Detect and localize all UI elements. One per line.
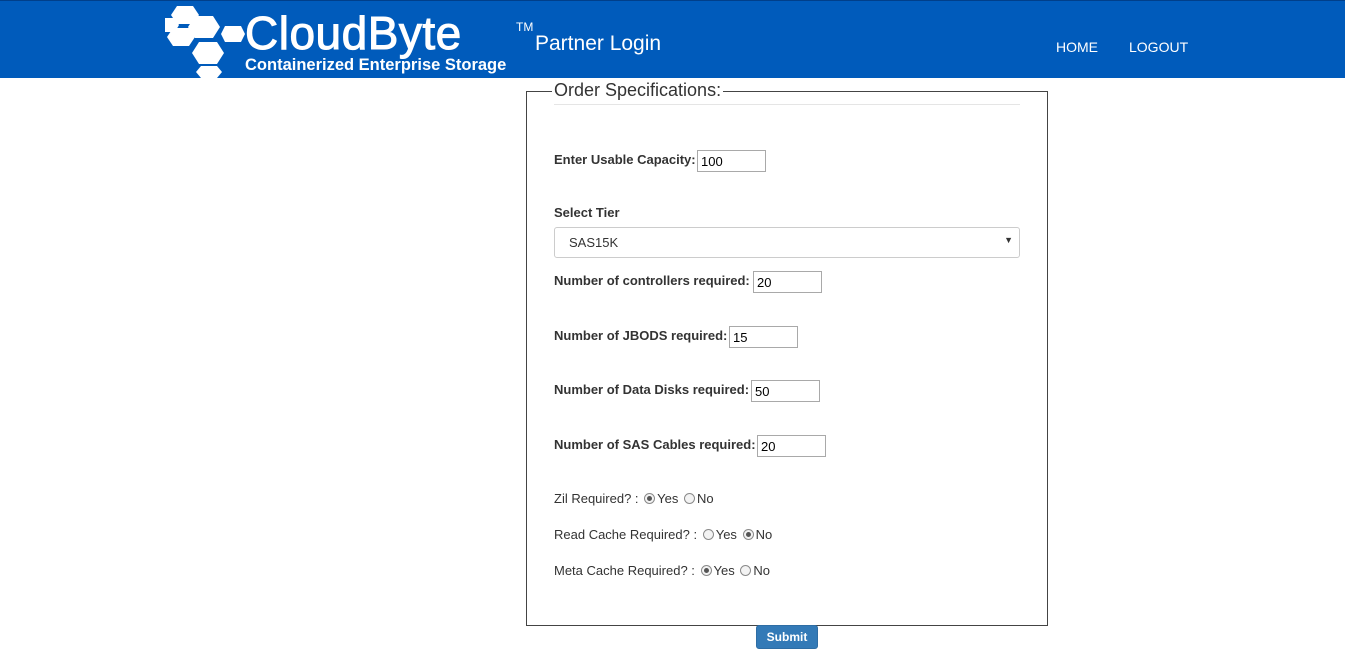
zil-no-radio[interactable] xyxy=(684,493,696,504)
nav-home-link[interactable]: HOME xyxy=(1056,39,1098,55)
cloudbyte-logo[interactable]: CloudByte TM Containerized Enterprise St… xyxy=(165,4,535,78)
meta-cache-yes-label: Yes xyxy=(713,563,735,578)
meta-cache-no-label: No xyxy=(753,563,771,578)
trademark-symbol: TM xyxy=(516,20,534,34)
read-cache-no-radio[interactable] xyxy=(742,529,754,540)
jbods-label: Number of JBODS required: xyxy=(554,328,728,343)
meta-cache-label: Meta Cache Required? : xyxy=(554,563,695,578)
tier-select[interactable]: SAS15K ▼ xyxy=(554,227,1020,258)
fieldset-legend: Order Specifications: xyxy=(552,80,724,101)
data-disks-input[interactable] xyxy=(751,380,820,402)
sas-cables-row: Number of SAS Cables required: xyxy=(554,437,756,452)
controllers-input[interactable] xyxy=(753,271,822,293)
submit-button[interactable]: Submit xyxy=(756,625,818,649)
legend-divider xyxy=(554,104,1020,105)
jbods-input[interactable] xyxy=(729,326,798,348)
hexagon-logo-icon xyxy=(165,6,245,78)
select-tier-label: Select Tier xyxy=(554,205,620,220)
read-cache-yes-label: Yes xyxy=(715,527,737,542)
usable-capacity-input[interactable] xyxy=(697,150,766,172)
meta-cache-yes-radio[interactable] xyxy=(700,565,712,576)
tier-selected-value: SAS15K xyxy=(569,235,619,250)
chevron-down-icon: ▼ xyxy=(1004,235,1013,245)
read-cache-no-label: No xyxy=(755,527,773,542)
meta-cache-row: Meta Cache Required? : Yes No xyxy=(554,563,770,578)
read-cache-row: Read Cache Required? : Yes No xyxy=(554,527,772,542)
zil-yes-radio[interactable] xyxy=(644,493,656,504)
sas-cables-label: Number of SAS Cables required: xyxy=(554,437,756,452)
nav-logout-link[interactable]: LOGOUT xyxy=(1129,39,1188,55)
zil-yes-label: Yes xyxy=(657,491,679,506)
read-cache-label: Read Cache Required? : xyxy=(554,527,698,542)
meta-cache-no-radio[interactable] xyxy=(740,565,752,576)
read-cache-yes-radio[interactable] xyxy=(702,529,714,540)
zil-label: Zil Required? : xyxy=(554,491,639,506)
sas-cables-input[interactable] xyxy=(757,435,826,457)
usable-capacity-label: Enter Usable Capacity: xyxy=(554,152,696,167)
controllers-label: Number of controllers required: xyxy=(554,273,750,288)
brand-name: CloudByte xyxy=(245,7,462,59)
zil-no-label: No xyxy=(697,491,714,506)
order-specifications-fieldset xyxy=(526,91,1048,626)
top-navbar: CloudByte TM Containerized Enterprise St… xyxy=(0,0,1345,78)
controllers-row: Number of controllers required: xyxy=(554,273,750,288)
zil-row: Zil Required? : Yes No xyxy=(554,491,714,506)
data-disks-label: Number of Data Disks required: xyxy=(554,382,750,397)
data-disks-row: Number of Data Disks required: xyxy=(554,382,749,397)
select-tier-row: Select Tier xyxy=(554,205,620,220)
brand-tagline: Containerized Enterprise Storage xyxy=(245,56,507,74)
page-title: Partner Login xyxy=(535,32,662,55)
jbods-row: Number of JBODS required: xyxy=(554,328,727,343)
usable-capacity-row: Enter Usable Capacity: xyxy=(554,152,696,167)
